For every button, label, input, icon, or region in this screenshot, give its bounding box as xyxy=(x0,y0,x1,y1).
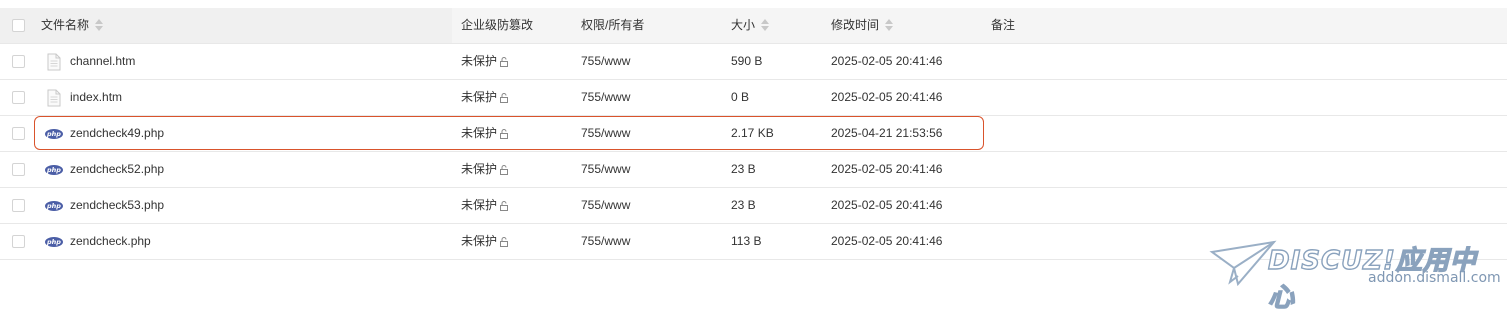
php-icon: php xyxy=(45,237,63,247)
svg-text:php: php xyxy=(46,130,61,138)
modified-time: 2025-02-05 20:41:46 xyxy=(831,54,943,68)
permission-owner[interactable]: 755/www xyxy=(581,44,630,79)
unlock-icon[interactable] xyxy=(499,57,509,67)
file-name-link[interactable]: index.htm xyxy=(70,80,122,115)
permission-owner[interactable]: 755/www xyxy=(581,224,630,259)
modified-time: 2025-02-05 20:41:46 xyxy=(831,162,943,176)
watermark-url: addon.dismall.com xyxy=(1368,270,1501,286)
file-size: 23 B xyxy=(731,198,756,212)
table-row[interactable]: channel.htm 未保护 755/www 590 B 2025-02-05 20:… xyxy=(0,44,1507,80)
table-row[interactable]: php zendcheck53.php 未保护 755/www 23 B 2025-02-… xyxy=(0,188,1507,224)
file-name-link[interactable]: channel.htm xyxy=(70,44,135,79)
modified-time: 2025-02-05 20:41:46 xyxy=(831,234,943,248)
protection-status[interactable]: 未保护 xyxy=(461,116,509,151)
column-name-header[interactable]: 文件名称 xyxy=(41,8,104,43)
row-checkbox[interactable] xyxy=(12,235,25,248)
file-size: 0 B xyxy=(731,90,750,104)
sort-icon[interactable] xyxy=(885,18,894,31)
document-icon xyxy=(47,89,61,107)
svg-text:php: php xyxy=(46,202,61,210)
column-permission-header: 权限/所有者 xyxy=(581,18,645,32)
file-size: 113 B xyxy=(731,234,762,248)
svg-text:php: php xyxy=(46,166,61,174)
php-icon: php xyxy=(45,201,63,211)
row-checkbox[interactable] xyxy=(12,127,25,140)
protection-status[interactable]: 未保护 xyxy=(461,152,509,187)
sort-icon[interactable] xyxy=(761,18,770,31)
row-checkbox[interactable] xyxy=(12,199,25,212)
row-checkbox[interactable] xyxy=(12,163,25,176)
file-table: 文件名称 企业级防篡改 权限/所有者 大小 修改时间 备注 channel.ht… xyxy=(0,8,1507,260)
php-icon: php xyxy=(45,129,63,139)
unlock-icon[interactable] xyxy=(499,201,509,211)
unlock-icon[interactable] xyxy=(499,129,509,139)
permission-owner[interactable]: 755/www xyxy=(581,116,630,151)
svg-text:php: php xyxy=(46,238,61,246)
modified-time: 2025-02-05 20:41:46 xyxy=(831,198,943,212)
table-header: 文件名称 企业级防篡改 权限/所有者 大小 修改时间 备注 xyxy=(0,8,1507,44)
modified-time: 2025-04-21 21:53:56 xyxy=(831,126,943,140)
protection-status[interactable]: 未保护 xyxy=(461,80,509,115)
unlock-icon[interactable] xyxy=(499,237,509,247)
document-icon xyxy=(47,53,61,71)
file-size: 2.17 KB xyxy=(731,126,774,140)
modified-time: 2025-02-05 20:41:46 xyxy=(831,90,943,104)
select-all-checkbox[interactable] xyxy=(12,19,25,32)
file-name-link[interactable]: zendcheck52.php xyxy=(70,152,164,187)
column-protection-header: 企业级防篡改 xyxy=(461,18,534,32)
table-row[interactable]: php zendcheck52.php 未保护 755/www 23 B 2025-02-… xyxy=(0,152,1507,188)
column-note-header: 备注 xyxy=(991,18,1016,32)
protection-status[interactable]: 未保护 xyxy=(461,44,509,79)
permission-owner[interactable]: 755/www xyxy=(581,80,630,115)
column-modified-header[interactable]: 修改时间 xyxy=(831,8,894,43)
protection-status[interactable]: 未保护 xyxy=(461,188,509,223)
permission-owner[interactable]: 755/www xyxy=(581,188,630,223)
file-name-link[interactable]: zendcheck.php xyxy=(70,224,151,259)
column-size-header[interactable]: 大小 xyxy=(731,8,770,43)
row-checkbox[interactable] xyxy=(12,91,25,104)
sort-icon[interactable] xyxy=(95,18,104,31)
protection-status[interactable]: 未保护 xyxy=(461,224,509,259)
php-icon: php xyxy=(45,165,63,175)
unlock-icon[interactable] xyxy=(499,165,509,175)
discuz-watermark: DISCUZ!应用中心 addon.dismall.com xyxy=(1208,238,1503,314)
file-name-link[interactable]: zendcheck53.php xyxy=(70,188,164,223)
row-checkbox[interactable] xyxy=(12,55,25,68)
unlock-icon[interactable] xyxy=(499,93,509,103)
table-row[interactable]: php zendcheck49.php 未保护 755/www 2.17 KB 2025-… xyxy=(0,116,1507,152)
file-name-link[interactable]: zendcheck49.php xyxy=(70,116,164,151)
file-size: 23 B xyxy=(731,162,756,176)
file-size: 590 B xyxy=(731,54,763,68)
permission-owner[interactable]: 755/www xyxy=(581,152,630,187)
table-row[interactable]: index.htm 未保护 755/www 0 B 2025-02-05 20:41:4… xyxy=(0,80,1507,116)
